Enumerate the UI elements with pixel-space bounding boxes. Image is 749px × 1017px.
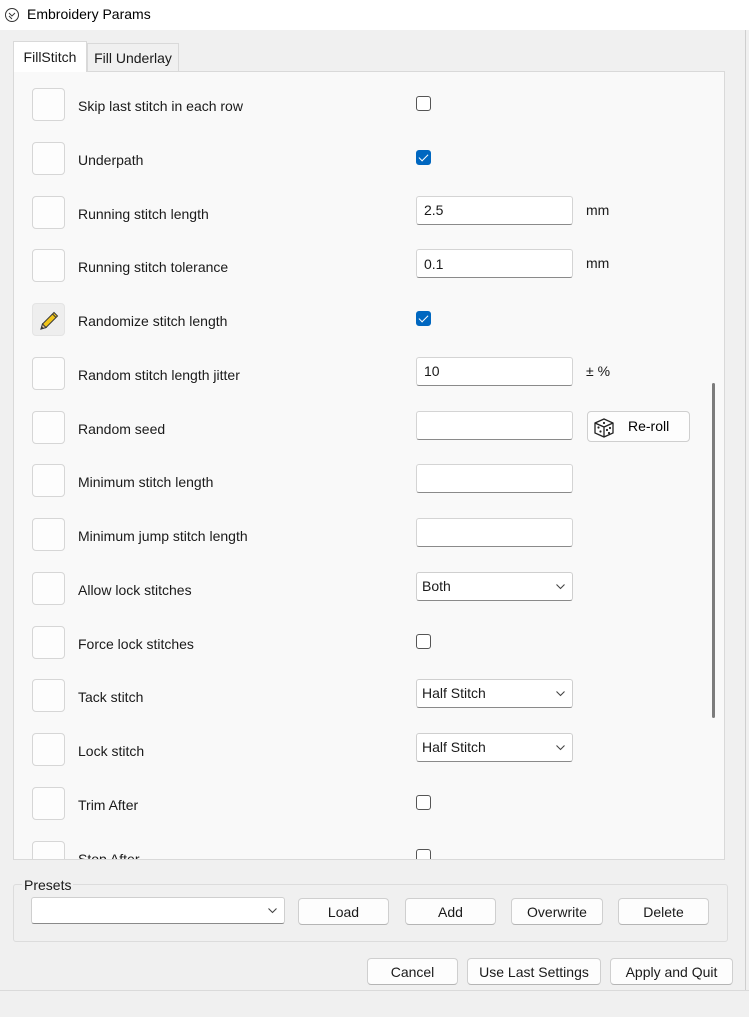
status-strip	[0, 990, 749, 1017]
param-toggle-button[interactable]	[32, 464, 65, 498]
param-label: Stop After	[78, 850, 140, 860]
app-icon	[5, 8, 19, 22]
param-input[interactable]	[416, 249, 573, 279]
param-label: Random seed	[78, 420, 166, 437]
param-toggle-button[interactable]	[32, 571, 65, 605]
chevron-down-icon	[556, 583, 565, 590]
param-label: Running stitch length	[78, 205, 209, 222]
param-toggle-button[interactable]	[32, 356, 65, 390]
chevron-down-icon	[556, 745, 565, 751]
chevron-down-icon	[268, 908, 277, 914]
param-toggle-button[interactable]	[32, 625, 65, 659]
param-toggle-button[interactable]	[32, 249, 65, 283]
param-unit: mm	[586, 201, 610, 218]
param-label: Random stitch length jitter	[78, 366, 240, 383]
param-toggle-button[interactable]	[32, 303, 65, 336]
param-toggle-button[interactable]	[32, 679, 65, 713]
param-row: Randomize stitch length	[14, 303, 710, 357]
param-row: Tack stitch Half Stitch	[14, 679, 710, 733]
param-toggle-button[interactable]	[32, 88, 65, 121]
param-input[interactable]	[416, 195, 573, 225]
presets-title: Presets	[22, 877, 74, 893]
param-input[interactable]	[416, 464, 573, 494]
param-row: Stop After	[14, 840, 710, 860]
param-row: Random seed Re-roll	[14, 410, 710, 465]
param-label: Trim After	[78, 796, 139, 813]
window-title: Embroidery Params	[27, 6, 151, 22]
scrollbar-track[interactable]	[708, 72, 724, 859]
param-checkbox[interactable]	[416, 633, 431, 649]
dice-icon	[594, 417, 614, 438]
param-label: Force lock stitches	[78, 635, 194, 652]
delete-preset-button[interactable]: Delete	[618, 898, 709, 925]
param-row: Running stitch tolerance mm	[14, 249, 710, 303]
preset-select[interactable]	[31, 897, 285, 924]
param-input[interactable]	[416, 410, 573, 440]
param-toggle-button[interactable]	[32, 840, 65, 859]
param-select[interactable]: Half Stitch	[416, 679, 573, 709]
param-label: Skip last stitch in each row	[78, 98, 243, 114]
param-select-value: Both	[422, 577, 451, 594]
tab-fillstitch[interactable]: FillStitch	[13, 41, 87, 72]
apply-and-quit-button[interactable]: Apply and Quit	[610, 958, 733, 985]
use-last-settings-button[interactable]: Use Last Settings	[467, 958, 601, 985]
params-panel: Skip last stitch in each row Underpath Run…	[13, 71, 725, 860]
param-select-value: Half Stitch	[422, 739, 486, 755]
param-label: Running stitch tolerance	[78, 259, 229, 276]
param-checkbox[interactable]	[416, 848, 431, 859]
cancel-button[interactable]: Cancel	[367, 958, 458, 985]
param-row: Force lock stitches	[14, 625, 710, 680]
add-preset-button[interactable]: Add	[405, 898, 496, 925]
param-checkbox[interactable]	[416, 794, 431, 810]
param-row: Minimum jump stitch length	[14, 518, 710, 572]
param-select-value: Half Stitch	[422, 685, 486, 702]
param-toggle-button[interactable]	[32, 786, 65, 820]
param-row: Skip last stitch in each row	[14, 88, 710, 142]
param-toggle-button[interactable]	[32, 141, 65, 175]
param-input[interactable]	[416, 518, 573, 547]
param-label: Tack stitch	[78, 689, 144, 706]
param-checkbox[interactable]	[416, 311, 431, 326]
param-row: Random stitch length jitter ± %	[14, 356, 710, 411]
param-toggle-button[interactable]	[32, 410, 65, 444]
param-label: Randomize stitch length	[78, 313, 228, 329]
chevron-down-icon	[556, 691, 565, 697]
param-unit: ± %	[586, 362, 611, 379]
param-checkbox[interactable]	[416, 149, 431, 165]
param-input[interactable]	[416, 356, 573, 386]
param-label: Allow lock stitches	[78, 581, 192, 598]
param-row: Minimum stitch length	[14, 464, 710, 518]
param-toggle-button[interactable]	[32, 733, 65, 766]
pencil-icon	[40, 311, 59, 330]
param-select[interactable]: Both	[416, 571, 573, 601]
param-checkbox[interactable]	[416, 96, 431, 111]
param-row: Running stitch length mm	[14, 195, 710, 250]
param-label: Underpath	[78, 151, 144, 168]
title-bar: Embroidery Params	[0, 0, 749, 30]
reroll-button[interactable]: Re-roll	[587, 410, 690, 442]
param-row: Underpath	[14, 141, 710, 196]
param-row: Trim After	[14, 786, 710, 841]
param-row: Lock stitch Half Stitch	[14, 733, 710, 787]
tab-fill-underlay[interactable]: Fill Underlay	[87, 43, 179, 71]
param-row: Allow lock stitches Both	[14, 571, 710, 626]
param-toggle-button[interactable]	[32, 518, 65, 551]
params-list: Skip last stitch in each row Underpath Run…	[14, 72, 710, 859]
window-edge	[745, 30, 746, 990]
param-label: Minimum jump stitch length	[78, 528, 248, 544]
reroll-label: Re-roll	[628, 417, 670, 434]
overwrite-preset-button[interactable]: Overwrite	[511, 898, 603, 925]
param-label: Lock stitch	[78, 743, 145, 759]
param-label: Minimum stitch length	[78, 474, 214, 491]
param-toggle-button[interactable]	[32, 195, 65, 229]
load-preset-button[interactable]: Load	[298, 898, 389, 925]
scrollbar-thumb[interactable]	[712, 383, 715, 718]
param-unit: mm	[586, 255, 610, 272]
param-select[interactable]: Half Stitch	[416, 733, 573, 762]
